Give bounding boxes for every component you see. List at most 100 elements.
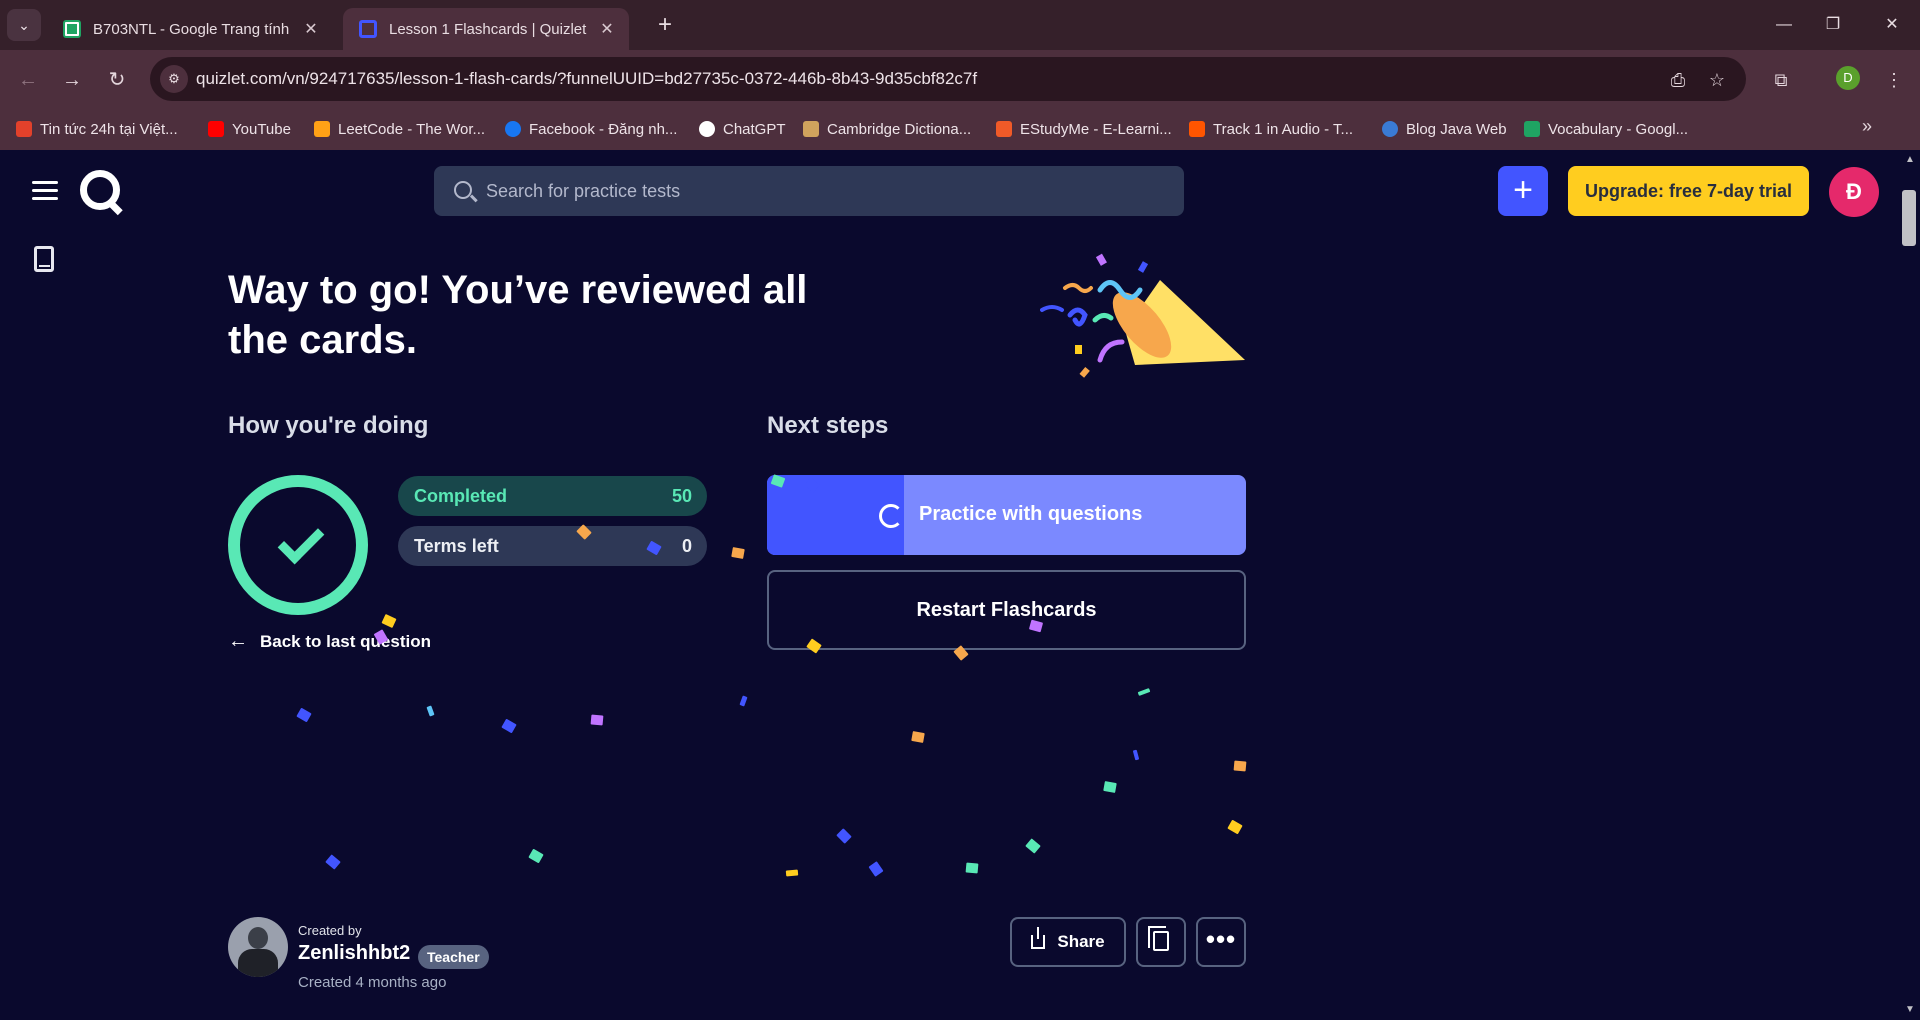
created-timestamp: Created 4 months ago (298, 974, 447, 991)
bookmark-label: EStudyMe - E-Learni... (1020, 120, 1172, 138)
minimize-icon[interactable]: — (1764, 10, 1804, 40)
page-scrollbar[interactable] (1900, 150, 1920, 1020)
confetti-piece (911, 731, 925, 743)
bookmark-item[interactable]: YouTube (208, 119, 291, 139)
bookmark-item[interactable]: Tin tức 24h tại Việt... (16, 119, 178, 139)
tab-title: Lesson 1 Flashcards | Quizlet (389, 20, 587, 38)
browser-tab-quizlet[interactable]: Lesson 1 Flashcards | Quizlet ✕ (343, 8, 629, 50)
loading-spinner-icon (879, 504, 903, 528)
restart-flashcards-button[interactable]: Restart Flashcards (767, 570, 1246, 650)
bookmark-item[interactable]: Facebook - Đăng nh... (505, 119, 677, 139)
upgrade-button[interactable]: Upgrade: free 7-day trial (1568, 166, 1809, 216)
user-avatar[interactable]: Đ (1829, 167, 1879, 217)
close-icon[interactable]: ✕ (597, 19, 617, 39)
create-plus-button[interactable]: + (1498, 166, 1548, 216)
confetti-piece (1233, 760, 1247, 772)
tab-search-chevron-icon[interactable]: ⌄ (7, 9, 41, 41)
bookmark-label: ChatGPT (723, 120, 786, 138)
practice-with-questions-button[interactable]: Practice with questions (767, 475, 1246, 555)
close-icon[interactable]: ✕ (301, 19, 321, 39)
new-tab-plus-icon[interactable]: + (651, 12, 679, 40)
bookmark-label: YouTube (232, 120, 291, 138)
window-close-icon[interactable]: ✕ (1872, 10, 1912, 40)
more-options-button[interactable]: ••• (1196, 917, 1246, 967)
youtube-icon (208, 121, 224, 137)
search-icon (454, 181, 472, 199)
search-bar[interactable] (434, 166, 1184, 216)
install-app-icon[interactable]: ⎙ (1666, 68, 1690, 92)
quizlet-page: + Upgrade: free 7-day trial Đ Way to go!… (0, 150, 1900, 1020)
search-input[interactable] (486, 166, 1166, 216)
bookmarks-overflow-icon[interactable]: » (1862, 116, 1872, 137)
confetti-piece (785, 869, 799, 877)
url-text[interactable]: quizlet.com/vn/924717635/lesson-1-flash-… (196, 69, 977, 89)
bookmark-item[interactable]: Vocabulary - Googl... (1524, 119, 1688, 139)
facebook-icon (505, 121, 521, 137)
copy-set-button[interactable] (1136, 917, 1186, 967)
sheets-icon (1524, 121, 1540, 137)
news-icon (16, 121, 32, 137)
scroll-up-icon[interactable]: ▲ (1902, 154, 1918, 168)
more-dots-icon: ••• (1205, 924, 1237, 954)
creator-name-link[interactable]: Zenlishhbt2 (298, 942, 410, 965)
confetti-piece (836, 828, 852, 844)
bookmark-item[interactable]: Cambridge Dictiona... (803, 119, 971, 139)
reload-icon[interactable]: ↻ (101, 64, 133, 96)
confetti-piece (965, 862, 979, 874)
browser-menu-icon[interactable]: ⋮ (1878, 64, 1910, 96)
bookmark-label: Cambridge Dictiona... (827, 120, 972, 138)
extensions-puzzle-icon[interactable]: ⧉ (1765, 64, 1797, 96)
bookmark-item[interactable]: Blog Java Web (1382, 119, 1507, 139)
share-button[interactable]: Share (1010, 917, 1126, 967)
leetcode-icon (314, 121, 330, 137)
confetti-piece (426, 705, 435, 717)
restore-icon[interactable]: ❐ (1813, 10, 1853, 40)
bookmark-label: Tin tức 24h tại Việt... (40, 120, 178, 138)
browser-profile-avatar[interactable]: D (1836, 66, 1860, 90)
confetti-piece (1132, 749, 1140, 761)
confetti-piece (501, 718, 517, 734)
bookmark-star-icon[interactable]: ☆ (1705, 68, 1729, 92)
bookmark-item[interactable]: Track 1 in Audio - T... (1189, 119, 1353, 139)
soundcloud-icon (1189, 121, 1205, 137)
hamburger-menu-icon[interactable] (32, 181, 58, 201)
completed-label: Completed (414, 485, 508, 506)
confetti-piece (325, 854, 341, 870)
bookmark-label: Track 1 in Audio - T... (1213, 120, 1354, 138)
checkmark-icon (277, 517, 325, 565)
bookmark-label: Blog Java Web (1406, 120, 1507, 138)
cambridge-icon (803, 121, 819, 137)
creator-avatar[interactable] (228, 917, 288, 977)
confetti-piece (1137, 688, 1151, 696)
terms-left-label: Terms left (414, 535, 499, 556)
share-label: Share (1057, 932, 1105, 951)
confetti-piece (296, 707, 312, 723)
party-popper-icon (1040, 253, 1245, 378)
back-arrow-icon[interactable]: ← (12, 64, 44, 96)
bookmark-item[interactable]: EStudyMe - E-Learni... (996, 119, 1172, 139)
library-book-icon[interactable] (34, 246, 54, 272)
scrollbar-thumb[interactable] (1902, 190, 1916, 246)
terms-left-count: 0 (681, 535, 692, 556)
quizlet-logo[interactable] (80, 170, 120, 210)
arrow-left-icon: ← (228, 630, 248, 652)
address-bar[interactable]: ⚙ quizlet.com/vn/924717635/lesson-1-flas… (150, 57, 1746, 101)
scroll-down-icon[interactable]: ▼ (1902, 1004, 1918, 1018)
site-info-icon[interactable]: ⚙ (160, 65, 188, 93)
page-title: Way to go! You’ve reviewed all the cards… (228, 268, 808, 362)
bookmark-item[interactable]: ChatGPT (699, 119, 786, 139)
tab-title: B703NTL - Google Trang tính (93, 20, 290, 38)
confetti-piece (1103, 781, 1117, 793)
bookmarks-bar: Tin tức 24h tại Việt... YouTube LeetCode… (0, 108, 1920, 150)
progress-ring (228, 475, 368, 615)
completed-count: 50 (671, 485, 692, 506)
forward-arrow-icon[interactable]: → (56, 64, 88, 96)
confetti-piece (739, 695, 748, 707)
estudyme-icon (996, 121, 1012, 137)
practice-label: Practice with questions (919, 503, 1143, 525)
bookmark-item[interactable]: LeetCode - The Wor... (314, 119, 485, 139)
back-to-last-question-link[interactable]: ← Back to last question (228, 630, 431, 653)
browser-tab-sheets[interactable]: B703NTL - Google Trang tính ✕ (47, 8, 333, 50)
copy-icon (1148, 926, 1169, 951)
created-by-label: Created by (298, 923, 362, 938)
